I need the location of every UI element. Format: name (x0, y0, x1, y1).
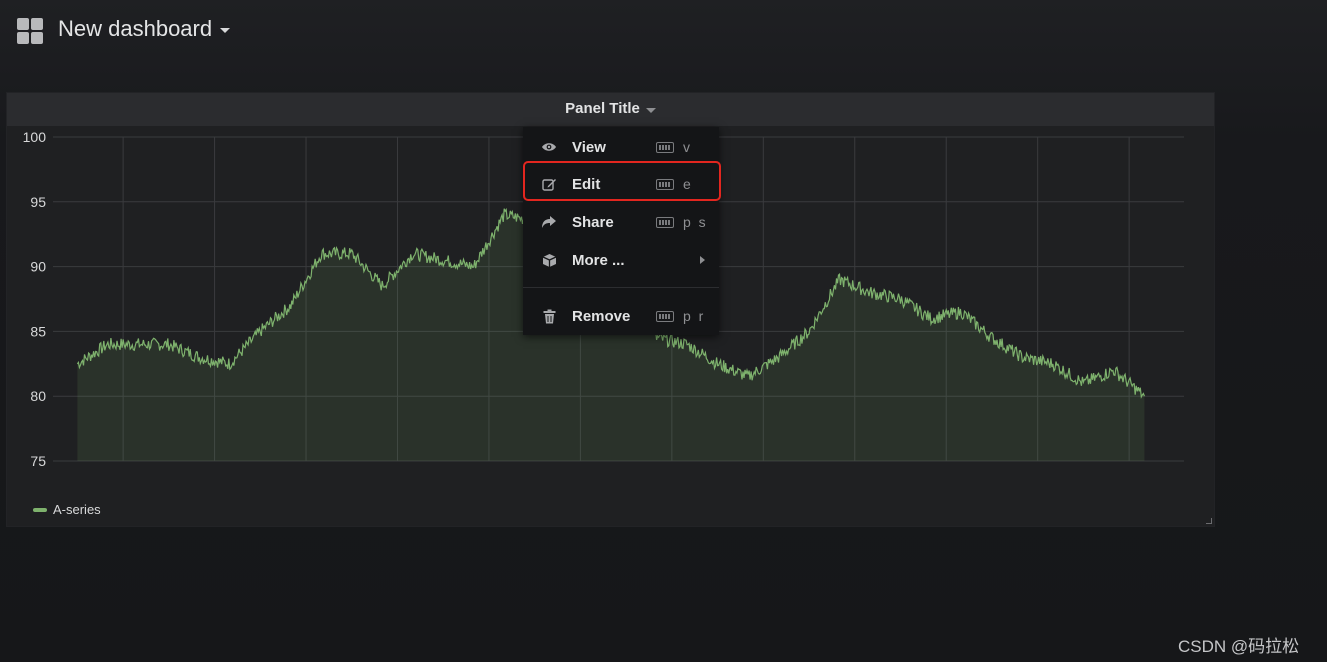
x-tick-label: 11:30 (746, 469, 780, 471)
shortcut-key: p s (683, 214, 708, 230)
chevron-down-icon (220, 28, 231, 33)
legend-swatch (33, 507, 47, 512)
menu-item-label: View (572, 138, 606, 156)
menu-item-share[interactable]: Share p s (523, 204, 719, 240)
cube-icon (540, 251, 558, 269)
y-tick-label: 90 (30, 259, 46, 275)
x-tick-label: 12:30 (929, 469, 964, 471)
y-tick-label: 80 (30, 388, 46, 404)
y-tick-label: 95 (30, 194, 46, 210)
resize-handle[interactable] (1206, 518, 1212, 524)
x-tick-label: 08:00 (106, 469, 141, 471)
x-tick-label: 12:00 (837, 469, 872, 471)
panel-context-menu: View v Edit e Share p s More ... Remove … (523, 127, 719, 335)
panel-header: Panel Title (7, 93, 1214, 126)
dashboard-picker[interactable]: New dashboard (58, 16, 231, 42)
menu-divider (523, 287, 719, 288)
panel-title: Panel Title (565, 100, 640, 117)
menu-item-label: Remove (572, 307, 631, 325)
shortcut-key: p r (683, 308, 706, 324)
trash-icon (540, 307, 558, 325)
edit-icon (540, 175, 558, 193)
x-tick-label: 09:30 (380, 469, 415, 471)
x-tick-label: 11:00 (655, 469, 689, 471)
keyboard-icon (656, 216, 674, 228)
keyboard-icon (656, 178, 674, 190)
share-icon (540, 213, 558, 231)
watermark: CSDN @码拉松 (1178, 637, 1300, 656)
top-nav: New dashboard (0, 0, 1327, 62)
menu-item-remove[interactable]: Remove p r (523, 298, 719, 334)
x-tick-label: 08:30 (197, 469, 232, 471)
keyboard-icon (656, 141, 674, 153)
shortcut-key: e (683, 176, 693, 192)
menu-item-label: Edit (572, 175, 601, 193)
y-tick-label: 85 (30, 323, 46, 339)
chevron-right-icon (700, 256, 705, 264)
eye-icon (540, 138, 558, 156)
x-tick-label: 13:00 (1020, 469, 1055, 471)
x-tick-label: 13:30 (1112, 469, 1147, 471)
x-tick-label: 09:00 (289, 469, 324, 471)
menu-item-view[interactable]: View v (523, 129, 719, 165)
panel-title-button[interactable]: Panel Title (7, 100, 1214, 117)
dashboard-grid-icon[interactable] (17, 18, 43, 44)
x-tick-label: 10:30 (563, 469, 598, 471)
legend-label: A-series (53, 502, 101, 517)
legend-item[interactable]: A-series (33, 502, 101, 517)
y-tick-label: 100 (23, 129, 47, 145)
chevron-down-icon (645, 108, 656, 113)
keyboard-icon (656, 310, 674, 322)
menu-item-more[interactable]: More ... (523, 242, 719, 278)
menu-item-label: More ... (572, 251, 625, 269)
dashboard-title: New dashboard (58, 16, 213, 41)
menu-item-edit[interactable]: Edit e (523, 166, 719, 202)
menu-item-label: Share (572, 213, 614, 231)
shortcut-key: v (683, 139, 692, 155)
x-tick-label: 10:00 (471, 469, 506, 471)
y-tick-label: 75 (30, 453, 46, 469)
